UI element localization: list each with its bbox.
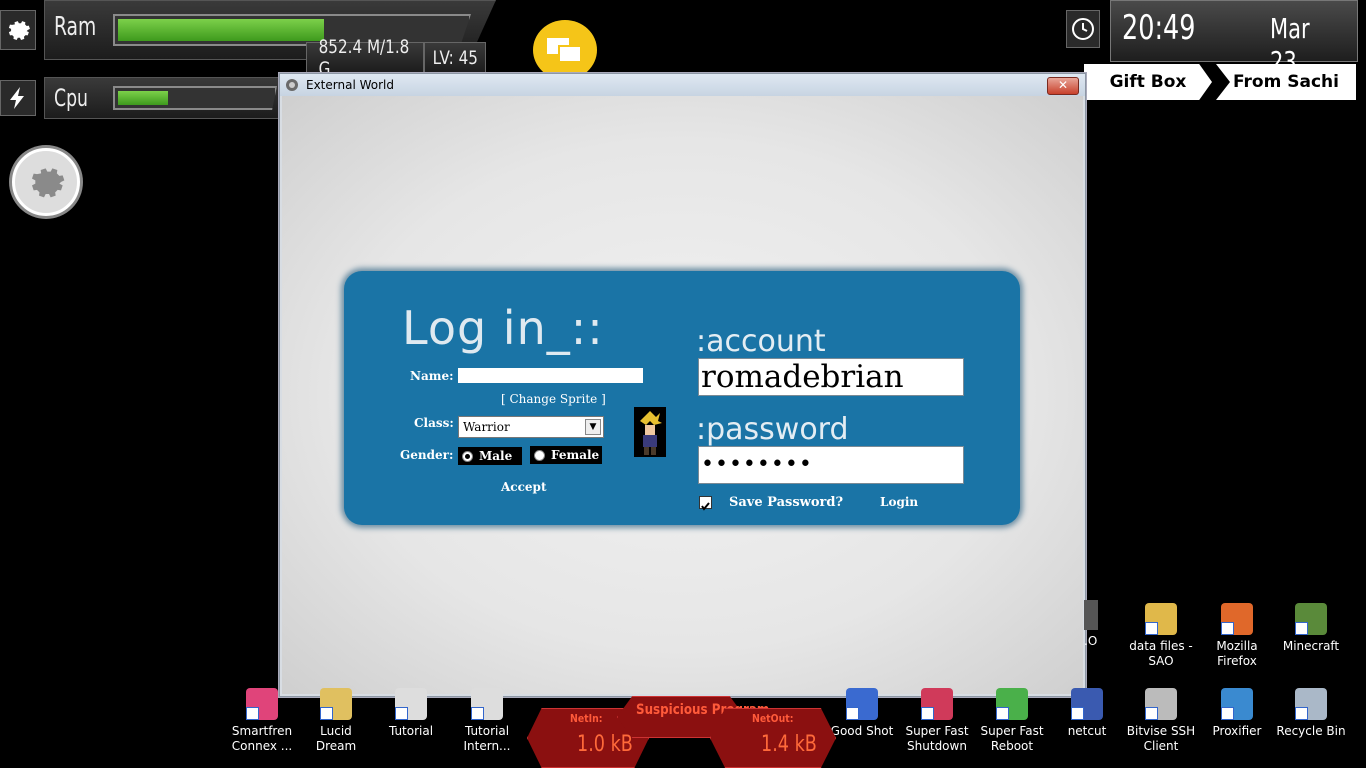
desktop-icon-label: Tutorial [388,724,434,738]
super-fast-shutdown-icon [921,688,953,720]
account-input[interactable]: romadebrian [698,358,964,396]
desktop-icon-label: Recycle Bin [1276,724,1346,738]
settings-gear-icon[interactable] [0,10,36,50]
chat-bubble-icon [547,38,582,63]
account-label: :account [696,324,826,359]
proxifier-icon [1221,688,1253,720]
ram-bar-fill [118,19,325,41]
desktop-icon-data-files-sao[interactable]: data files - SAO [1124,603,1198,669]
save-password-label: Save Password? [729,495,844,510]
login-button[interactable]: Login [880,495,918,509]
good-shot-icon [846,688,878,720]
recycle-bin-icon [1295,688,1327,720]
desktop-icon-label: Minecraft [1282,639,1340,653]
clock-icon[interactable] [1066,10,1100,48]
desktop-icon-label: Lucid Dream [315,724,357,753]
netin-value: 1.0 kB [577,732,633,757]
class-label: Class: [414,416,454,430]
login-title: Log in_:: [402,301,604,355]
partial-app-icon [1084,600,1098,630]
password-label: :password [696,412,849,447]
chevron-down-icon: ▼ [585,419,601,435]
desktop-icon-smartfren-connex[interactable]: Smartfren Connex ... [225,688,299,754]
cpu-bar [113,86,277,110]
desktop-icon-label: Bitvise SSH Client [1126,724,1196,753]
character-sprite [634,407,666,457]
tutorial-icon [395,688,427,720]
desktop-icon-label: Smartfren Connex ... [231,724,293,753]
desktop-icon-label: Mozilla Firefox [1216,639,1258,668]
desktop-icon-tutorial[interactable]: Tutorial [374,688,448,739]
desktop-icon-netcut[interactable]: netcut [1050,688,1124,739]
gender-label: Gender: [400,448,454,462]
memory-readout: 852.4 M/1.8 G [306,36,424,80]
gear-icon [32,168,65,198]
cpu-label: Cpu [54,84,88,112]
level-readout: LV: 45 [424,42,486,74]
cpu-bar-fill [118,91,168,105]
radio-selected-icon [462,450,473,462]
gift-box-tag[interactable]: Gift Box [1084,64,1212,100]
login-panel: Log in_:: Name: [ Change Sprite ] Class:… [344,271,1020,525]
desktop-icon-tutorial-internet[interactable]: Tutorial Intern... [450,688,524,754]
netcut-icon [1071,688,1103,720]
desktop-icon-good-shot[interactable]: Good Shot [825,688,899,739]
netin-label: NetIn: [570,712,603,725]
netout-label: NetOut: [752,712,794,725]
accept-button[interactable]: Accept [501,480,547,494]
desktop-icon-label: Super Fast Reboot [980,724,1044,753]
desktop-icon-recycle-bin[interactable]: Recycle Bin [1274,688,1348,739]
window-titlebar[interactable]: External World ✕ [280,74,1085,96]
smartfren-connex-icon [246,688,278,720]
window-client-area: Log in_:: Name: [ Change Sprite ] Class:… [282,96,1083,694]
super-fast-reboot-icon [996,688,1028,720]
desktop-icon-super-fast-shutdown[interactable]: Super Fast Shutdown [900,688,974,754]
password-input[interactable]: •••••••• [698,446,964,484]
male-radio[interactable]: Male [458,447,522,465]
window-title: External World [306,78,394,92]
minecraft-icon [1295,603,1327,635]
data-files-sao-icon [1145,603,1177,635]
checkmark-icon [701,502,710,511]
clock-time: 20:49 [1122,8,1196,48]
desktop-icon-bitvise-ssh-client[interactable]: Bitvise SSH Client [1124,688,1198,754]
lightning-icon[interactable] [0,80,36,116]
desktop-icon-label: Tutorial Intern... [463,724,511,753]
desktop-icon-lucid-dream[interactable]: Lucid Dream [299,688,373,754]
external-world-window: External World ✕ Log in_:: Name: [ Chang… [279,73,1086,697]
name-input[interactable] [458,368,643,383]
close-button[interactable]: ✕ [1047,77,1079,95]
desktop-icon-label: Proxifier [1212,724,1262,738]
radio-unselected-icon [534,449,545,461]
name-label: Name: [410,369,454,383]
class-select[interactable]: Warrior ▼ [458,416,604,438]
class-select-value: Warrior [463,420,510,434]
change-sprite-link[interactable]: [ Change Sprite ] [501,392,606,406]
female-radio[interactable]: Female [530,446,602,464]
desktop-icon-label: Super Fast Shutdown [905,724,969,753]
desktop-icon-label: netcut [1067,724,1107,738]
tutorial-internet-icon [471,688,503,720]
netout-value: 1.4 kB [761,732,817,757]
app-icon [286,79,298,91]
save-password-checkbox[interactable] [699,496,712,511]
bitvise-ssh-client-icon [1145,688,1177,720]
chat-button[interactable] [533,20,597,80]
ram-label: Ram [54,12,97,42]
mozilla-firefox-icon [1221,603,1253,635]
desktop-icon-proxifier[interactable]: Proxifier [1200,688,1274,739]
desktop-icon-label: Good Shot [830,724,894,738]
desktop-icon-minecraft[interactable]: Minecraft [1274,603,1348,654]
desktop-icon-super-fast-reboot[interactable]: Super Fast Reboot [975,688,1049,754]
from-sachi-tag[interactable]: From Sachi [1216,64,1356,100]
lucid-dream-icon [320,688,352,720]
settings-circle-button[interactable] [12,148,80,216]
desktop-icon-partial[interactable]: .O [1084,600,1104,649]
desktop-icon-mozilla-firefox[interactable]: Mozilla Firefox [1200,603,1274,669]
desktop-icon-label: data files - SAO [1129,639,1193,668]
